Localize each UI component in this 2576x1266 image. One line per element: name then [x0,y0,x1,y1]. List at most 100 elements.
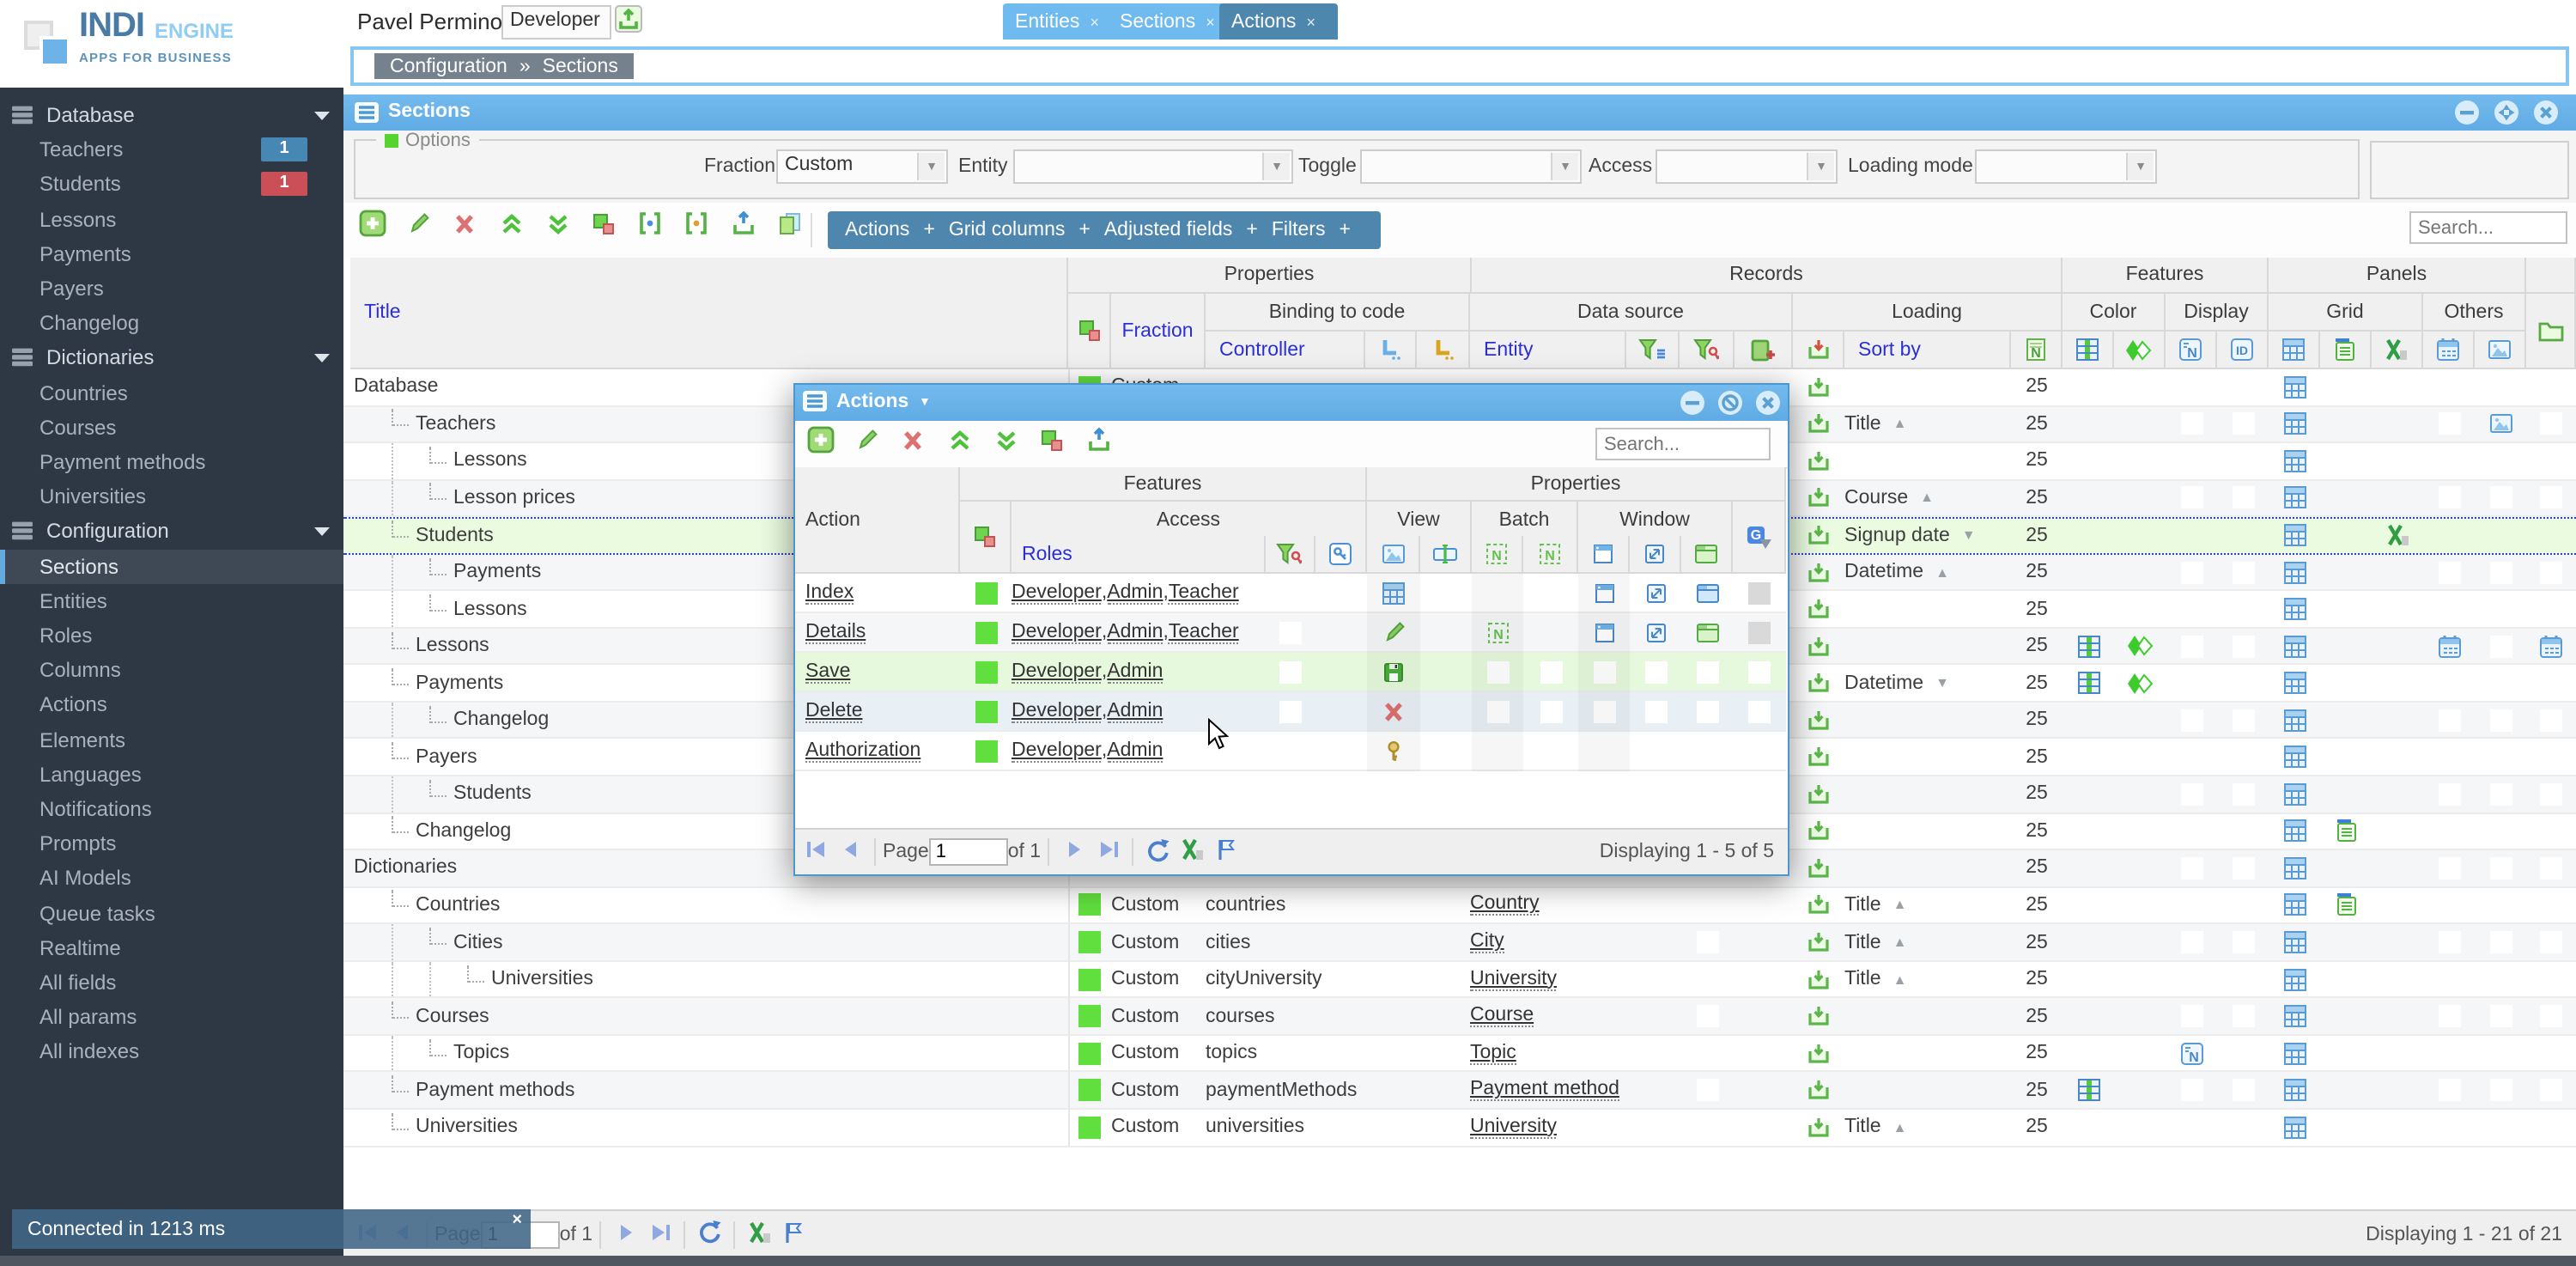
search-input[interactable] [2409,211,2567,244]
prev-page-icon[interactable] [836,840,864,864]
sidebar-item-universities[interactable]: Universities [0,479,343,514]
role-link[interactable]: Admin [1107,740,1163,762]
action-link[interactable]: Delete [805,700,863,722]
next-page-icon[interactable] [611,1222,639,1246]
toolbar-copy-icon[interactable] [775,213,804,242]
sidebar-item-payment-methods[interactable]: Payment methods [0,445,343,479]
toolbar-xred-icon[interactable] [450,213,479,242]
row-title-cell[interactable]: Universities [350,962,1185,997]
sidebar-item-all-indexes[interactable]: All indexes [0,1035,343,1069]
modal-b2-cell[interactable] [1523,653,1578,691]
subtab-grid-columns[interactable]: Grid columns [949,220,1066,240]
checkbox-unchecked[interactable] [1279,700,1302,722]
export-excel-icon[interactable] [745,1220,773,1246]
close-icon[interactable] [1755,390,1781,416]
color-diamond-icon[interactable] [2126,339,2152,360]
checkbox-unchecked[interactable] [1696,700,1718,722]
modal-end-cell[interactable] [1733,653,1786,691]
chevron-down-icon[interactable] [314,112,330,120]
entity-link[interactable]: University [1470,1117,1557,1139]
minimize-icon[interactable] [1680,390,1705,416]
tree-blue-icon[interactable] [1379,338,1401,361]
modal-toolbar-sqmv-icon[interactable] [1037,429,1066,459]
subtab-add-icon[interactable]: + [1246,220,1257,240]
modal-end-cell[interactable] [1733,692,1786,730]
sidebar-item-payers[interactable]: Payers [0,271,343,306]
batch-n-icon[interactable]: N [1485,543,1508,565]
grid-header-sort-by[interactable]: Sort by [1844,332,2011,369]
role-link[interactable]: Admin [1107,581,1163,604]
entity-link[interactable]: Course [1470,1005,1534,1028]
tab-entities[interactable]: Entities × [1003,3,1121,40]
sidebar-item-countries[interactable]: Countries [0,375,343,410]
chevron-down-icon[interactable]: ▼ [919,397,931,409]
toolbar-pencil-icon[interactable] [404,213,433,242]
modal-b2-cell[interactable] [1523,692,1578,730]
key-box-icon[interactable] [1329,543,1352,565]
row-title-cell[interactable]: Payment methods [350,1073,1109,1108]
table-row[interactable]: Cities Custom cities City Title ▲ 25 [343,924,2576,962]
next-page-icon[interactable] [1060,840,1087,864]
checkbox-unchecked[interactable] [1696,1079,1718,1102]
excel-panel-icon[interactable] [2385,338,2408,361]
modal-toolbar-dn-icon[interactable] [991,429,1020,459]
folder-icon[interactable] [2537,320,2563,342]
ban-icon[interactable] [1717,390,1743,416]
display-n-icon[interactable]: N [2179,338,2202,361]
export-excel-icon[interactable] [1178,838,1206,864]
dropdown-arrow-icon[interactable]: ▼ [917,153,945,180]
checkbox-unchecked[interactable] [1748,660,1771,683]
checkbox-cell[interactable] [1680,1073,1735,1108]
last-page-icon[interactable] [646,1222,673,1246]
entity-link[interactable]: Country [1470,894,1540,916]
role-apply-button[interactable] [615,5,642,41]
refresh-icon[interactable] [696,1220,723,1246]
tab-close-icon[interactable]: × [1090,13,1099,30]
sidebar-item-courses[interactable]: Courses [0,411,343,445]
per-page-icon[interactable]: N [2025,338,2047,361]
dropdown-arrow-icon[interactable]: ▼ [2126,153,2154,180]
page-input[interactable] [928,838,1008,866]
sidebar-item-ai-models[interactable]: AI Models [0,861,343,896]
checkbox-unchecked[interactable] [1540,700,1562,722]
chevron-down-icon[interactable] [314,527,330,537]
select-access[interactable]: ▼ [1656,149,1838,184]
calendar-panel-icon[interactable] [2437,338,2459,361]
resize-icon[interactable] [1643,543,1666,565]
window-icon[interactable] [1592,543,1614,565]
subtab-add-icon[interactable]: + [1339,220,1350,240]
subtab-adjusted-fields[interactable]: Adjusted fields [1104,220,1233,240]
modal-toolbar-exp-icon[interactable] [1084,427,1113,459]
sidebar-item-prompts[interactable]: Prompts [0,826,343,861]
modal-w3-cell[interactable] [1681,692,1733,730]
checkbox-unchecked[interactable] [1644,660,1667,683]
sidebar-item-lessons[interactable]: Lessons [0,202,343,236]
role-link[interactable]: Developer [1012,660,1102,683]
toolbar-brY-icon[interactable] [682,212,711,242]
toolbar-add-icon[interactable] [357,210,386,242]
modal-toolbar-up-icon[interactable] [945,429,974,459]
role-link[interactable]: Admin [1107,700,1163,722]
subtab-add-icon[interactable]: + [923,220,934,240]
table-row[interactable]: Universities Custom universities University… [343,1110,2576,1147]
modal-toolbar-xred-icon[interactable] [898,429,927,459]
image-icon[interactable] [1382,543,1404,565]
sidebar-item-roles[interactable]: Roles [0,618,343,653]
modal-table-row[interactable]: Index Developer, Admin, Teacher [795,574,1786,613]
table-row[interactable]: Topics Custom topics Topic 25 N [343,1035,2576,1073]
sidebar-item-teachers[interactable]: Teachers 1 [0,132,343,167]
action-link[interactable]: Authorization [805,740,921,762]
row-title-cell[interactable]: Countries [350,887,1109,922]
tab-sections[interactable]: Sections × [1108,3,1235,40]
sidebar-item-students[interactable]: Students 1 [0,167,343,202]
modal-header-roles[interactable]: Roles [1012,536,1266,574]
role-link[interactable]: Admin [1107,660,1163,683]
header-label[interactable]: Fraction [1121,320,1193,341]
header-label[interactable]: Entity [1484,339,1534,360]
modal-funnel-cell[interactable] [1266,653,1315,691]
refresh-icon[interactable] [1144,838,1171,864]
grid-panel-icon[interactable] [2282,338,2305,361]
sidebar-item-all-params[interactable]: All params [0,1000,343,1034]
sidebar-item-notifications[interactable]: Notifications [0,792,343,826]
modal-toolbar-add-icon[interactable] [805,426,835,459]
